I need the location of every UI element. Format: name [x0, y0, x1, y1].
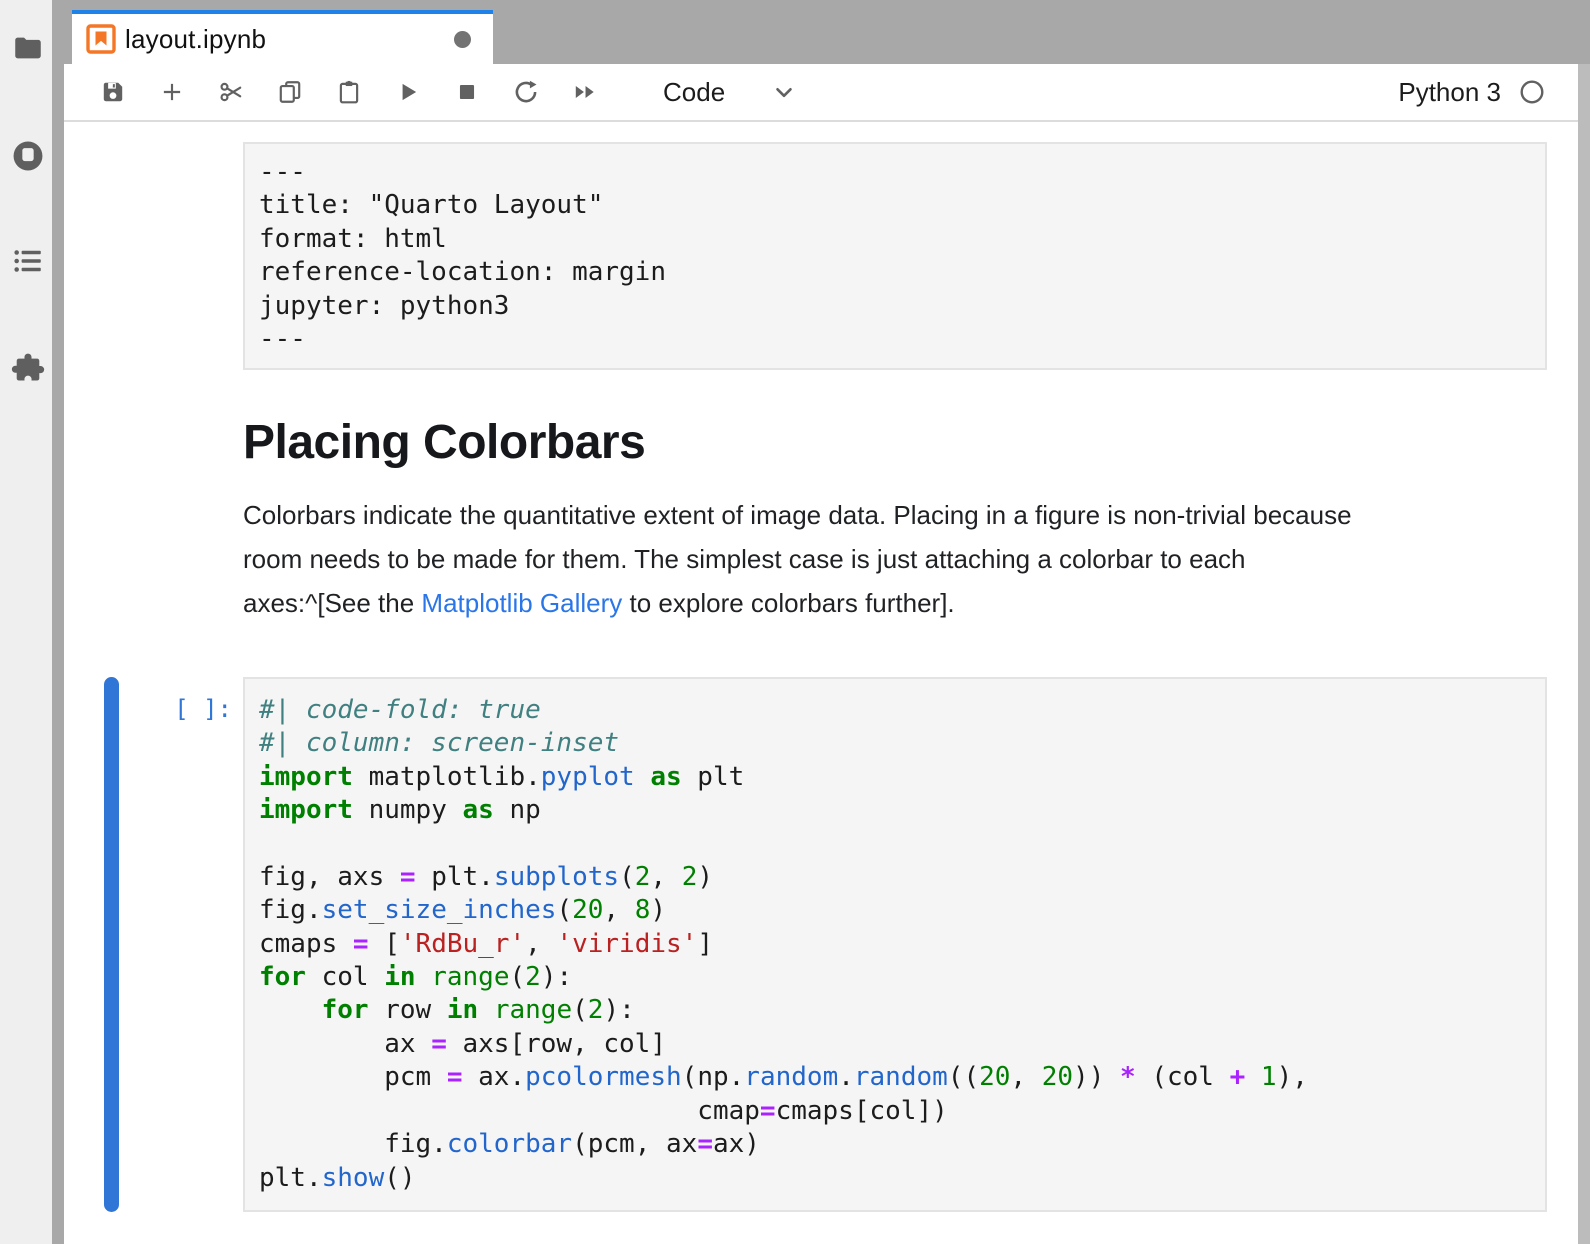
- code-line: fig, axs = plt.subplots(2, 2): [259, 861, 1531, 894]
- toolbar-left-group: Code: [100, 77, 797, 108]
- fast-forward-icon: [572, 79, 598, 105]
- folder-icon: [11, 31, 45, 65]
- matplotlib-gallery-link[interactable]: Matplotlib Gallery: [421, 588, 622, 618]
- chevron-down-icon: [771, 79, 797, 105]
- copy-cells-button[interactable]: [277, 79, 303, 105]
- restart-icon: [513, 79, 539, 105]
- circle-outline-icon: [1519, 92, 1545, 109]
- restart-kernel-button[interactable]: [513, 79, 539, 105]
- notebook-toolbar: Code Python 3: [64, 64, 1578, 122]
- paragraph-line-3-after: to explore colorbars further].: [622, 588, 954, 618]
- paste-cells-button[interactable]: [336, 79, 362, 105]
- code-line: for row in range(2):: [259, 994, 1531, 1027]
- paragraph-line-1: Colorbars indicate the quantitative exte…: [243, 500, 1352, 530]
- sidebar-item-running[interactable]: [11, 139, 45, 173]
- puzzle-icon: [11, 351, 45, 385]
- stop-circle-icon: [11, 139, 45, 173]
- yaml-line: jupyter: python3: [259, 290, 1531, 323]
- notebook-icon: [86, 24, 116, 54]
- yaml-line: ---: [259, 156, 1531, 189]
- paragraph-line-2: room needs to be made for them. The simp…: [243, 544, 1246, 574]
- yaml-editor[interactable]: ---title: "Quarto Layout"format: htmlref…: [243, 142, 1547, 370]
- code-editor[interactable]: #| code-fold: true#| column: screen-inse…: [243, 677, 1547, 1212]
- stop-icon: [454, 79, 480, 105]
- paragraph-line-3-before: axes:^[See the: [243, 588, 421, 618]
- heading-placing-colorbars: Placing Colorbars: [243, 418, 1578, 468]
- cut-cells-button[interactable]: [218, 79, 244, 105]
- notebook-panel: ---title: "Quarto Layout"format: htmlref…: [64, 124, 1578, 1244]
- run-icon: [395, 79, 421, 105]
- copy-icon: [277, 79, 303, 105]
- code-line: fig.set_size_inches(20, 8): [259, 894, 1531, 927]
- yaml-line: ---: [259, 323, 1531, 356]
- code-line: [259, 827, 1531, 860]
- code-lines: #| code-fold: true#| column: screen-inse…: [259, 694, 1531, 1195]
- code-line: for col in range(2):: [259, 961, 1531, 994]
- code-line: #| column: screen-inset: [259, 727, 1531, 760]
- restart-run-all-button[interactable]: [572, 79, 598, 105]
- toolbar-right-group: Python 3: [1398, 77, 1545, 108]
- code-line: import matplotlib.pyplot as plt: [259, 761, 1531, 794]
- code-line: plt.show(): [259, 1162, 1531, 1195]
- sidebar-item-toc[interactable]: [11, 244, 45, 278]
- run-cell-button[interactable]: [395, 79, 421, 105]
- list-icon: [11, 244, 45, 278]
- plus-icon: [159, 79, 185, 105]
- kernel-name[interactable]: Python 3: [1398, 77, 1501, 108]
- active-cell-indicator[interactable]: [104, 677, 119, 1212]
- code-line: pcm = ax.pcolormesh(np.random.random((20…: [259, 1061, 1531, 1094]
- yaml-lines: ---title: "Quarto Layout"format: htmlref…: [259, 156, 1531, 356]
- input-prompt: [ ]:: [64, 677, 243, 1212]
- unsaved-changes-indicator[interactable]: [454, 31, 471, 48]
- yaml-line: format: html: [259, 223, 1531, 256]
- code-line: import numpy as np: [259, 794, 1531, 827]
- tab-layout-ipynb[interactable]: layout.ipynb: [72, 10, 493, 64]
- sidebar-item-extensions[interactable]: [11, 351, 45, 385]
- cell-type-value: Code: [663, 77, 725, 108]
- yaml-line: reference-location: margin: [259, 256, 1531, 289]
- sidebar-divider: [52, 0, 64, 1244]
- code-line: ax = axs[row, col]: [259, 1028, 1531, 1061]
- yaml-line: title: "Quarto Layout": [259, 189, 1531, 222]
- insert-cell-button[interactable]: [159, 79, 185, 105]
- save-icon: [100, 79, 126, 105]
- markdown-paragraph: Colorbars indicate the quantitative exte…: [243, 493, 1553, 625]
- raw-cell-yaml-frontmatter[interactable]: ---title: "Quarto Layout"format: htmlref…: [243, 142, 1578, 370]
- code-cell[interactable]: [ ]: #| code-fold: true#| column: screen…: [64, 677, 1578, 1212]
- dock-tab-bar: layout.ipynb: [64, 0, 1590, 64]
- sidebar-item-files[interactable]: [11, 31, 45, 65]
- interrupt-kernel-button[interactable]: [454, 79, 480, 105]
- window-right-edge: [1578, 0, 1590, 1244]
- paste-icon: [336, 79, 362, 105]
- cut-icon: [218, 79, 244, 105]
- code-line: cmap=cmaps[col]): [259, 1095, 1531, 1128]
- left-activity-bar: [0, 0, 52, 1244]
- save-button[interactable]: [100, 79, 126, 105]
- code-line: #| code-fold: true: [259, 694, 1531, 727]
- code-line: cmaps = ['RdBu_r', 'viridis']: [259, 928, 1531, 961]
- tab-title: layout.ipynb: [125, 24, 454, 55]
- kernel-status-indicator[interactable]: [1519, 79, 1545, 105]
- code-line: fig.colorbar(pcm, ax=ax): [259, 1128, 1531, 1161]
- markdown-cell[interactable]: Placing Colorbars Colorbars indicate the…: [64, 418, 1578, 624]
- cell-type-dropdown[interactable]: Code: [663, 77, 797, 108]
